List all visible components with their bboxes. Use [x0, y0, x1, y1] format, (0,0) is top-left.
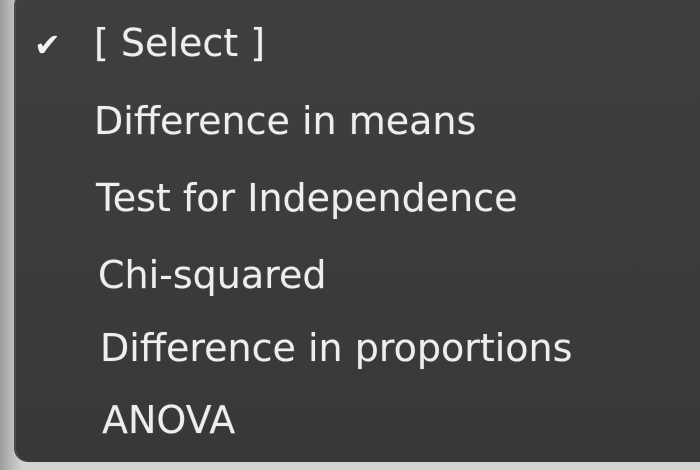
checkmark-icon: ✔ — [34, 26, 61, 64]
option-difference-in-means[interactable]: Difference in means — [94, 98, 476, 144]
option-test-for-independence[interactable]: Test for Independence — [96, 175, 517, 221]
option-difference-in-proportions[interactable]: Difference in proportions — [100, 325, 572, 371]
option-chi-squared[interactable]: Chi-squared — [98, 252, 326, 298]
option-anova[interactable]: ANOVA — [102, 397, 235, 443]
dropdown-menu: ✔ [ Select ] Difference in means Test fo… — [14, 0, 700, 462]
option-select[interactable]: [ Select ] — [94, 20, 265, 66]
screen: ✔ [ Select ] Difference in means Test fo… — [0, 0, 700, 470]
